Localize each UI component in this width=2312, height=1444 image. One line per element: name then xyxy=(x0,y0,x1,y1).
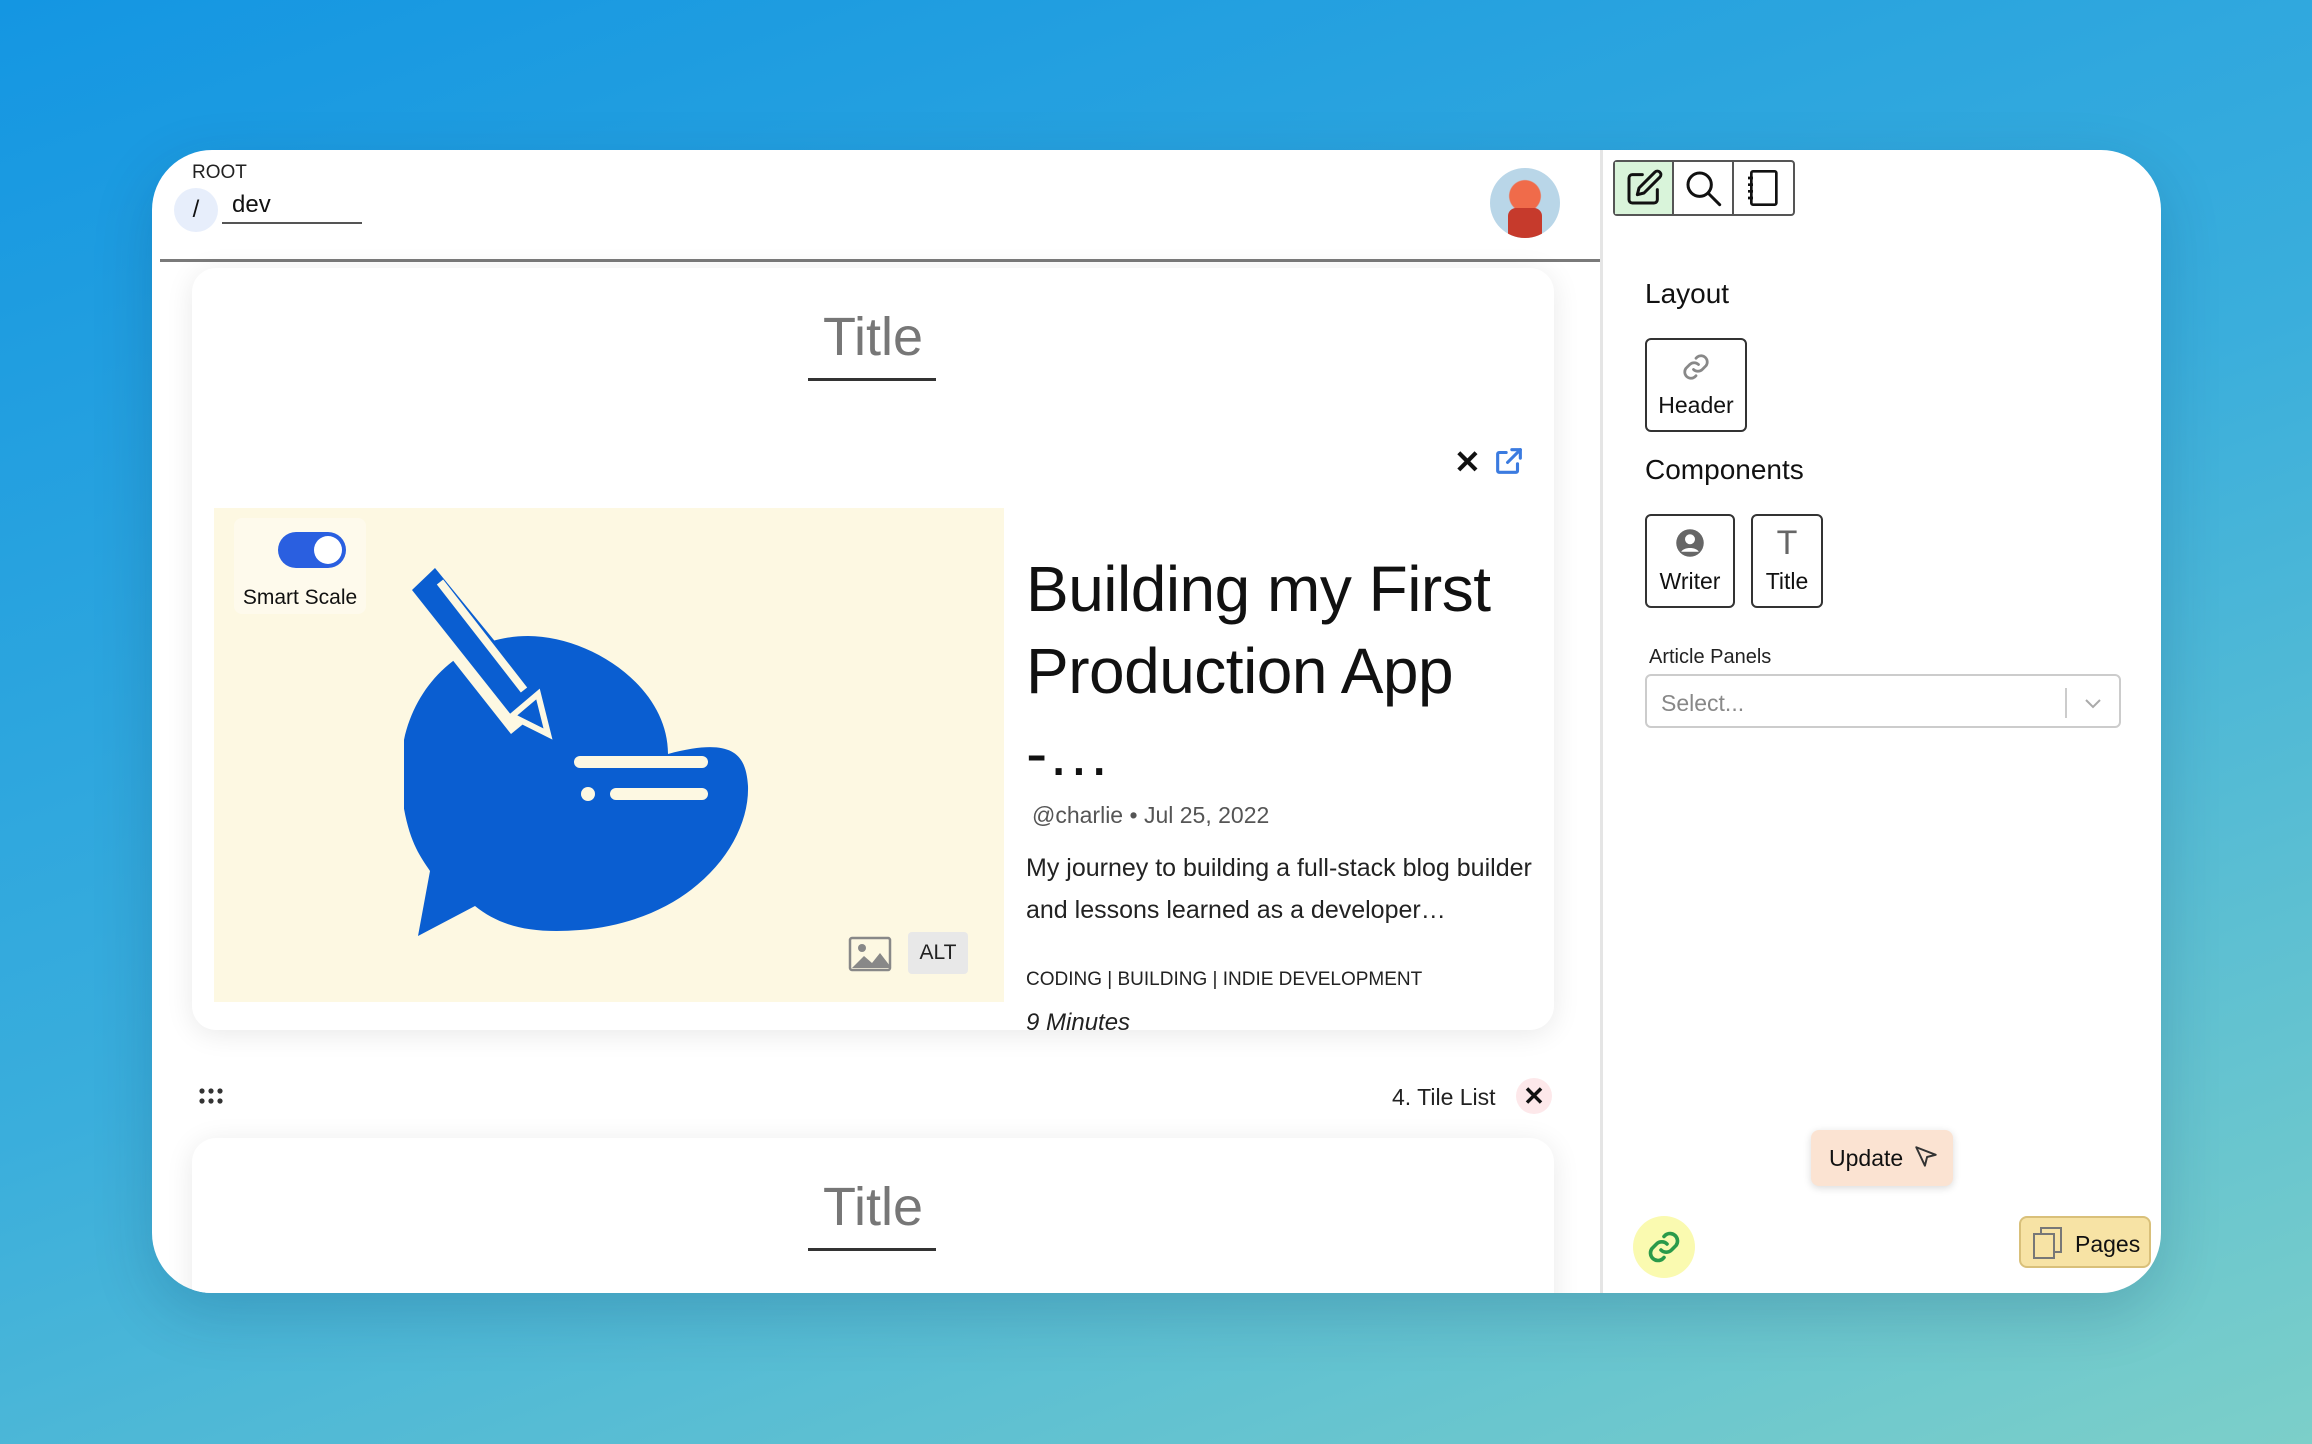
tile-list-card: Title xyxy=(192,1138,1554,1293)
article-panels-label: Article Panels xyxy=(1649,646,1772,668)
tab-search[interactable] xyxy=(1674,162,1734,214)
close-icon[interactable]: ✕ xyxy=(1454,444,1481,480)
components-heading: Components xyxy=(1645,454,1804,485)
path-input[interactable] xyxy=(222,188,362,224)
close-icon[interactable]: ✕ xyxy=(1516,1078,1552,1114)
select-placeholder: Select... xyxy=(1661,690,1745,716)
article-tags: CODING | BUILDING | INDIE DEVELOPMENT xyxy=(1026,969,1423,990)
pages-icon xyxy=(2033,1227,2062,1259)
tab-edit[interactable] xyxy=(1615,162,1675,214)
article-panels-select[interactable]: Select... xyxy=(1645,674,2121,728)
layout-item-label: Header xyxy=(1658,392,1734,418)
text-t-icon: T xyxy=(1776,523,1798,562)
sidebar: Layout Header Components Writer T Title … xyxy=(1600,150,2161,1293)
pages-button[interactable]: Pages xyxy=(2019,1216,2151,1268)
notebook-icon xyxy=(1748,170,1779,206)
image-icon[interactable] xyxy=(848,936,892,972)
blog-writing-icon xyxy=(404,568,749,936)
user-icon xyxy=(1647,526,1733,560)
mode-tabs xyxy=(1613,160,1795,216)
search-icon xyxy=(1686,171,1722,207)
layout-item-header[interactable]: Header xyxy=(1645,338,1747,432)
link-icon xyxy=(1648,1231,1680,1263)
article-card: Title ✕ Smart Scale ALT Building my Firs… xyxy=(192,268,1554,1030)
cursor-arrow-icon xyxy=(1915,1146,1937,1167)
external-link-icon[interactable] xyxy=(1492,444,1526,485)
select-divider xyxy=(2065,688,2067,718)
article-title[interactable]: Building my First Production App -… xyxy=(1026,548,1546,794)
avatar[interactable] xyxy=(1490,168,1560,238)
update-label: Update xyxy=(1829,1145,1904,1171)
root-label: ROOT xyxy=(192,162,247,183)
link-button[interactable] xyxy=(1633,1216,1695,1278)
hero-image[interactable]: Smart Scale ALT xyxy=(214,508,1004,1002)
tab-notebook[interactable] xyxy=(1734,162,1793,214)
article-meta: @charlie • Jul 25, 2022 xyxy=(1026,802,1546,829)
link-icon xyxy=(1647,350,1745,384)
component-item-writer[interactable]: Writer xyxy=(1645,514,1735,608)
card-title[interactable]: Title xyxy=(192,1176,1554,1238)
top-bar: ROOT / xyxy=(160,150,1600,262)
tile-list-row: 4. Tile List ✕ xyxy=(152,1070,1600,1130)
pages-label: Pages xyxy=(2075,1231,2141,1257)
article-author[interactable]: @charlie xyxy=(1032,802,1123,828)
component-item-label: Writer xyxy=(1659,568,1721,594)
chevron-down-icon[interactable] xyxy=(2081,688,2105,718)
editor-pane: ROOT / Title ✕ Smart Scale xyxy=(152,150,1600,1293)
layout-heading: Layout xyxy=(1645,278,1730,309)
drag-handle-icon[interactable] xyxy=(198,1086,224,1106)
alt-text-button[interactable]: ALT xyxy=(908,932,968,974)
meta-separator: • xyxy=(1129,802,1138,828)
title-underline xyxy=(808,1248,936,1251)
smart-scale-toggle[interactable] xyxy=(278,532,346,568)
tile-list-label: 4. Tile List xyxy=(1392,1084,1496,1110)
article-date: Jul 25, 2022 xyxy=(1143,802,1270,828)
read-time: 9 Minutes xyxy=(1026,1009,1131,1030)
component-item-title[interactable]: T Title xyxy=(1751,514,1823,608)
smart-scale-label: Smart Scale xyxy=(242,586,358,609)
title-underline xyxy=(808,378,936,381)
article-description: My journey to building a full-stack blog… xyxy=(1026,854,1532,924)
edit-icon xyxy=(1627,169,1663,205)
component-item-label: Title xyxy=(1765,568,1809,594)
smart-scale-control: Smart Scale xyxy=(234,518,366,614)
update-button[interactable]: Update xyxy=(1811,1130,1953,1186)
article-summary: Building my First Production App -… @cha… xyxy=(1026,548,1546,1030)
app-window: ROOT / Title ✕ Smart Scale xyxy=(152,150,2161,1293)
card-title[interactable]: Title xyxy=(192,306,1554,368)
root-button[interactable]: / xyxy=(174,188,218,232)
